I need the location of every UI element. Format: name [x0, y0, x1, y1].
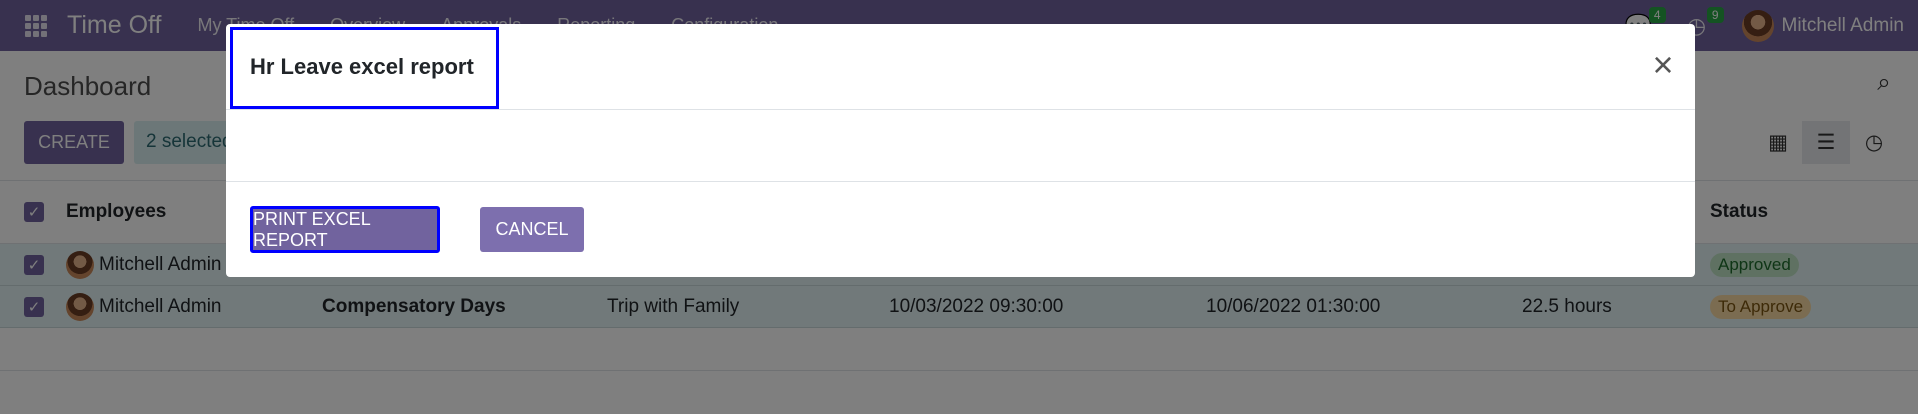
dialog-header: Hr Leave excel report × [226, 24, 1695, 110]
report-dialog: Hr Leave excel report × PRINT EXCEL REPO… [226, 24, 1695, 277]
cancel-button[interactable]: CANCEL [480, 207, 584, 252]
close-icon[interactable]: × [1647, 47, 1679, 83]
dialog-body [226, 110, 1695, 182]
dialog-title: Hr Leave excel report [250, 54, 474, 79]
print-excel-report-button[interactable]: PRINT EXCEL REPORT [250, 206, 440, 253]
